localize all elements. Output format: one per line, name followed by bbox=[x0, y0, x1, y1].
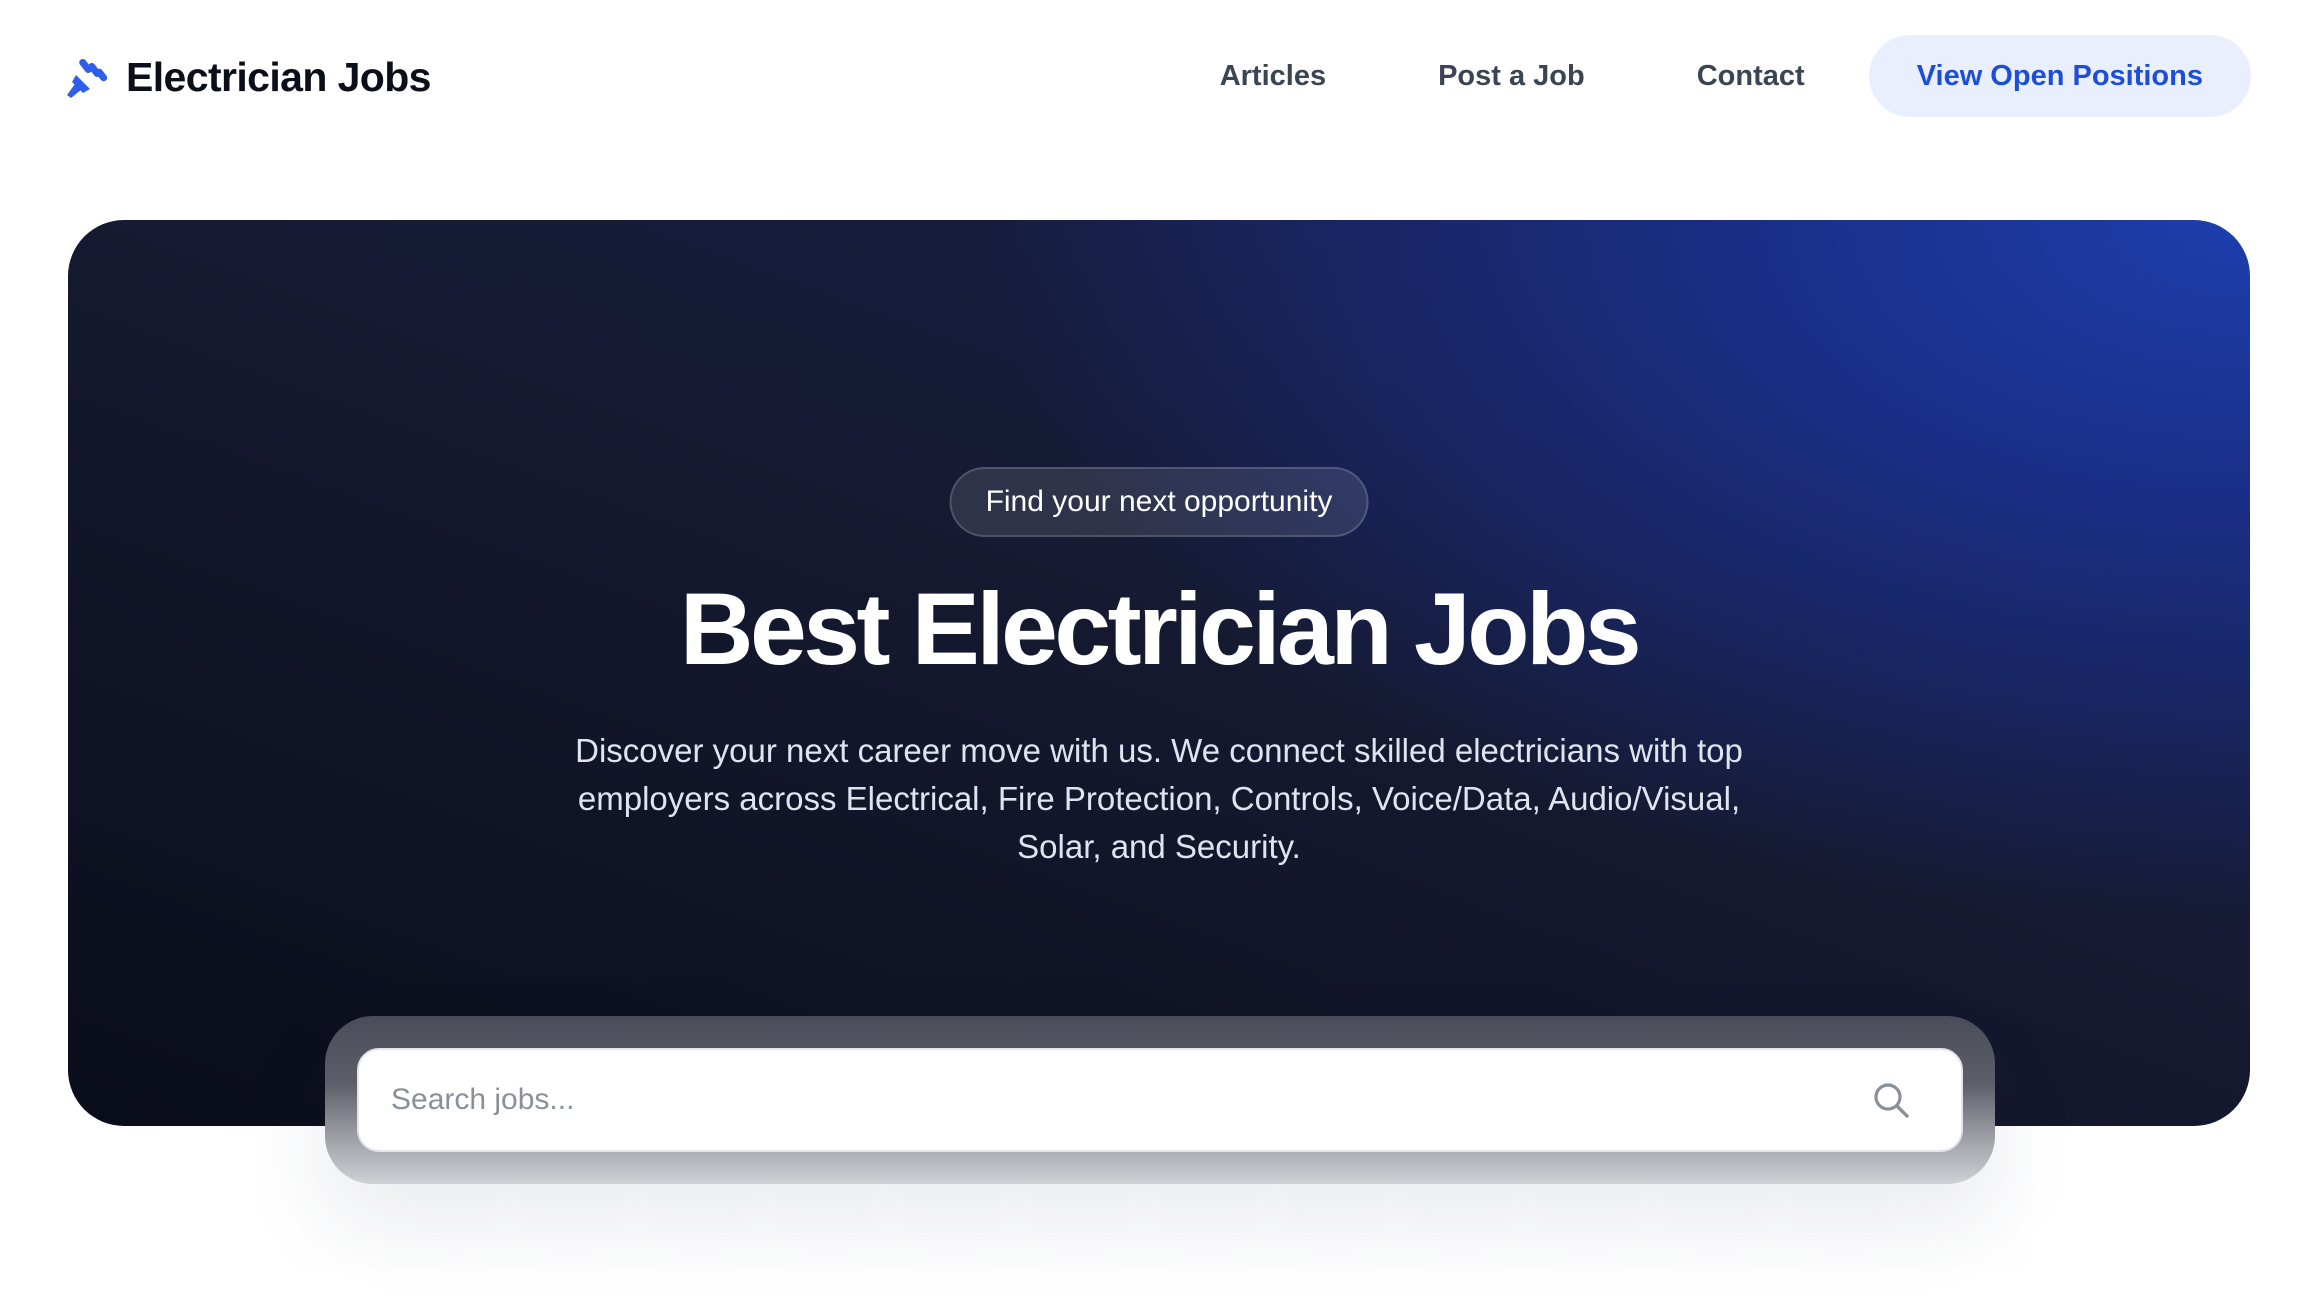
nav-link-articles[interactable]: Articles bbox=[1220, 60, 1326, 93]
brand-name: Electrician Jobs bbox=[126, 53, 431, 100]
hero-banner: Find your next opportunity Best Electric… bbox=[68, 220, 2250, 1126]
search-icon[interactable] bbox=[1871, 1080, 1911, 1120]
hero-description: Discover your next career move with us. … bbox=[575, 732, 1743, 865]
view-open-positions-button[interactable]: View Open Positions bbox=[1868, 35, 2251, 117]
site-header: Electrician Jobs Articles Post a Job Con… bbox=[0, 0, 2316, 154]
nav-link-post-a-job[interactable]: Post a Job bbox=[1438, 60, 1585, 93]
plug-icon bbox=[67, 58, 108, 98]
search-box bbox=[357, 1048, 1963, 1152]
brand-logo-link[interactable]: Electrician Jobs bbox=[66, 48, 431, 106]
hero-badge: Find your next opportunity bbox=[949, 467, 1369, 537]
main-nav: Articles Post a Job Contact View Open Po… bbox=[1220, 35, 2251, 117]
page: Electrician Jobs Articles Post a Job Con… bbox=[0, 0, 2316, 1296]
hero-title: Best Electrician Jobs bbox=[679, 572, 1642, 686]
nav-link-contact[interactable]: Contact bbox=[1697, 60, 1805, 93]
search-container bbox=[325, 1016, 1995, 1184]
search-input[interactable] bbox=[359, 1050, 1871, 1150]
